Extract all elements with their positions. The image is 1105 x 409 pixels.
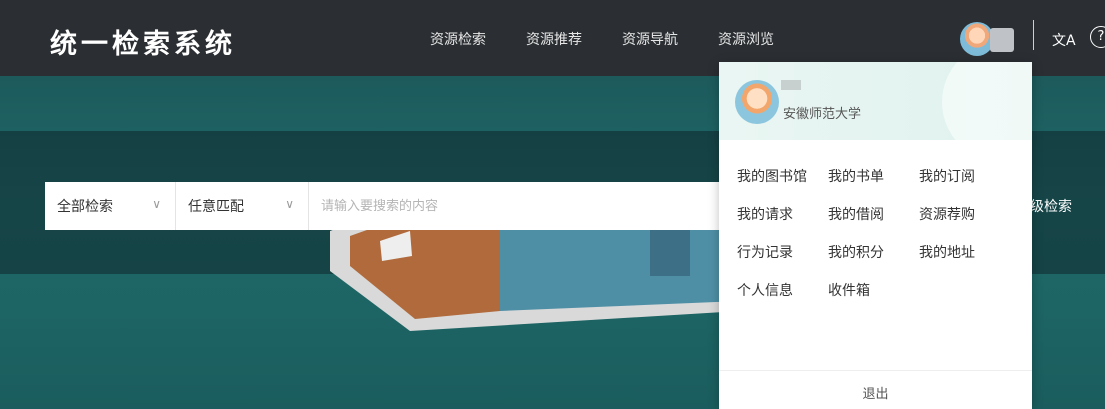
header-divider [1033, 20, 1034, 50]
brand-title: 统一检索系统 [50, 29, 236, 60]
menu-item-my-subscriptions[interactable]: 我的订阅 [919, 166, 1010, 186]
nav-resource-recommend[interactable]: 资源推荐 [526, 29, 582, 49]
menu-item-my-points[interactable]: 我的积分 [828, 242, 919, 262]
search-bar: 全部检索 ∨ 任意匹配 ∨ [45, 182, 745, 230]
user-dropdown-panel: 安徽师范大学 我的图书馆 我的书单 我的订阅 我的请求 我的借阅 资源荐购 行为… [719, 62, 1032, 409]
nav-resource-search[interactable]: 资源检索 [430, 29, 486, 49]
logout-button[interactable]: 退出 [719, 370, 1032, 409]
match-mode-select[interactable]: 任意匹配 ∨ [176, 182, 309, 230]
menu-item-personal-info[interactable]: 个人信息 [737, 280, 828, 300]
match-mode-value: 任意匹配 [188, 199, 244, 215]
chevron-down-icon: ∨ [152, 197, 161, 211]
advanced-search-link[interactable]: 级检索 [1030, 196, 1072, 216]
search-scope-select[interactable]: 全部检索 ∨ [45, 182, 176, 230]
nav-resource-navigation[interactable]: 资源导航 [622, 29, 678, 49]
main-nav: 资源检索 资源推荐 资源导航 资源浏览 [430, 29, 814, 49]
nav-resource-browse[interactable]: 资源浏览 [718, 29, 774, 49]
menu-item-my-requests[interactable]: 我的请求 [737, 204, 828, 224]
chevron-down-icon: ∨ [285, 197, 294, 211]
username-obscured [990, 28, 1014, 52]
menu-item-inbox[interactable]: 收件箱 [828, 280, 919, 300]
username-obscured [781, 80, 801, 90]
search-scope-value: 全部检索 [57, 199, 113, 215]
search-input[interactable] [309, 183, 745, 229]
menu-item-my-library[interactable]: 我的图书馆 [737, 166, 828, 186]
menu-item-my-booklist[interactable]: 我的书单 [828, 166, 919, 186]
user-menu: 我的图书馆 我的书单 我的订阅 我的请求 我的借阅 资源荐购 行为记录 我的积分… [737, 166, 1010, 300]
user-info-header: 安徽师范大学 [719, 62, 1032, 140]
menu-item-my-address[interactable]: 我的地址 [919, 242, 1010, 262]
menu-item-activity-log[interactable]: 行为记录 [737, 242, 828, 262]
help-icon[interactable]: ? [1090, 26, 1105, 48]
avatar [735, 80, 779, 124]
menu-item-purchase-suggestion[interactable]: 资源荐购 [919, 204, 1010, 224]
user-school: 安徽师范大学 [783, 107, 862, 122]
menu-item-my-loans[interactable]: 我的借阅 [828, 204, 919, 224]
translate-icon[interactable]: 文A [1052, 30, 1076, 50]
decorative-circle [942, 62, 1032, 140]
user-avatar[interactable] [960, 22, 994, 56]
